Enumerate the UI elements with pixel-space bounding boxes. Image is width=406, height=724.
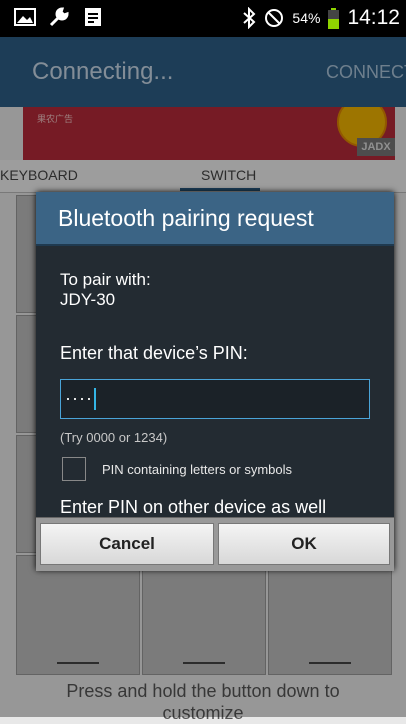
battery-percent: 54% (292, 10, 321, 26)
alphanumeric-pin-label[interactable]: PIN containing letters or symbols (102, 462, 292, 477)
status-bar: 54% 14:12 (0, 0, 406, 37)
status-system-icons: 54% 14:12 (242, 6, 400, 30)
pin-prompt: Enter that device’s PIN: (60, 343, 248, 363)
cancel-button[interactable]: Cancel (40, 523, 214, 565)
pair-with-label: To pair with: (60, 270, 151, 289)
no-signal-icon (265, 9, 284, 27)
ok-button[interactable]: OK (218, 523, 390, 565)
picture-icon (14, 8, 36, 26)
wrench-icon (49, 7, 69, 27)
text-cursor (93, 388, 96, 411)
dialog-header: Bluetooth pairing request (36, 192, 394, 246)
pin-value: ···· (65, 388, 93, 408)
bluetooth-pairing-dialog: Bluetooth pairing request To pair with: … (36, 192, 394, 571)
dialog-title: Bluetooth pairing request (58, 205, 314, 231)
alphanumeric-pin-checkbox[interactable] (62, 457, 86, 481)
bluetooth-icon (243, 7, 256, 29)
enter-on-other-device-text: Enter PIN on other device as well (60, 497, 327, 517)
clock: 14:12 (347, 6, 400, 29)
file-icon (85, 8, 101, 26)
device-name: JDY-30 (60, 290, 116, 309)
status-notification-icons (14, 6, 104, 28)
battery-icon (328, 8, 340, 29)
pin-input[interactable]: ···· (60, 379, 370, 419)
pin-hint: (Try 0000 or 1234) (60, 430, 168, 445)
dialog-button-bar: Cancel OK (36, 517, 394, 571)
